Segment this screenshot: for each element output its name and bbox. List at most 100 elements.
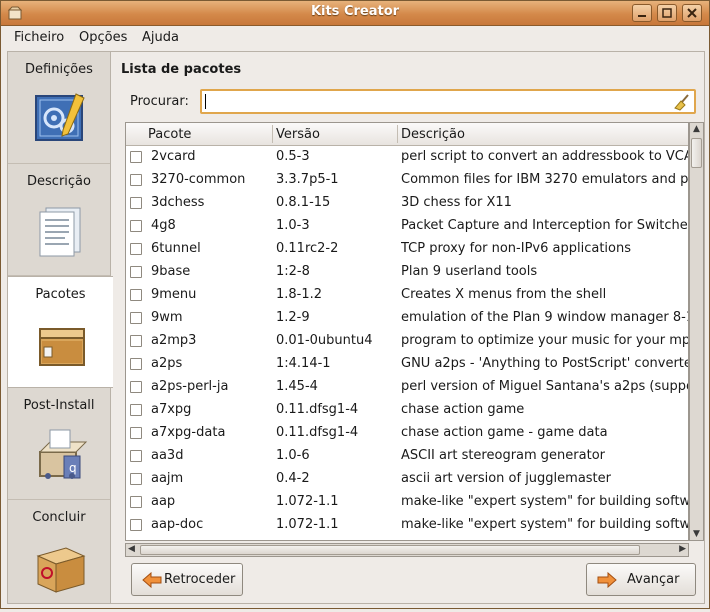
cell-package: aa3d: [151, 448, 184, 463]
close-icon: [687, 8, 697, 18]
cell-package: a2mp3: [151, 333, 197, 348]
package-checkbox[interactable]: [130, 381, 142, 393]
sidebar: Definições Descrição Pacotes Post-Instal…: [7, 51, 113, 604]
package-checkbox[interactable]: [130, 220, 142, 232]
package-checkbox[interactable]: [130, 450, 142, 462]
cell-package: a2ps-perl-ja: [151, 379, 229, 394]
cell-version: 1.2-9: [276, 310, 310, 325]
package-checkbox[interactable]: [130, 496, 142, 508]
table-row[interactable]: 6tunnel 0.11rc2-2 TCP proxy for non-IPv6 a…: [126, 238, 688, 261]
table-row[interactable]: aajm 0.4-2 ascii art version of jugglemast…: [126, 468, 688, 491]
cell-version: 1.0-3: [276, 218, 310, 233]
cell-version: 1.072-1.1: [276, 494, 339, 509]
column-divider[interactable]: [272, 125, 273, 143]
table-row[interactable]: 3270-common 3.3.7p5-1 Common files for IBM…: [126, 169, 689, 192]
package-checkbox[interactable]: [130, 266, 142, 278]
table-row[interactable]: aap 1.072-1.1 make-like "expert system" fo…: [126, 491, 688, 514]
table-row[interactable]: 9menu 1.8-1.2 Creates X menus from the she…: [126, 284, 688, 307]
page-title: Lista de pacotes: [121, 62, 242, 77]
scroll-thumb[interactable]: [691, 138, 702, 168]
sidebar-item-pacotes[interactable]: Pacotes: [7, 276, 113, 388]
menu-ajuda[interactable]: Ajuda: [142, 30, 179, 45]
package-checkbox[interactable]: [130, 358, 142, 370]
back-button[interactable]: Retroceder: [131, 563, 243, 596]
table-row[interactable]: a7xpg-data 0.11.dfsg1-4 chase action game …: [126, 422, 688, 445]
package-checkbox[interactable]: [130, 174, 142, 186]
sidebar-item-definicoes[interactable]: Definições: [8, 52, 110, 164]
cell-description: Creates X menus from the shell: [401, 287, 607, 302]
cell-description: emulation of the Plan 9 window manager 8…: [401, 310, 689, 325]
clear-broom-icon[interactable]: [673, 93, 691, 111]
cell-package: a7xpg-data: [151, 425, 226, 440]
sidebar-item-label: Concluir: [32, 510, 86, 525]
cell-version: 1.072-1.1: [276, 517, 339, 532]
table-row[interactable]: a2mp3 0.01-0ubuntu4 program to optimize yo…: [126, 330, 689, 353]
package-checkbox[interactable]: [130, 427, 142, 439]
cell-version: 1:2-8: [276, 264, 310, 279]
package-checkbox[interactable]: [130, 519, 142, 531]
search-input[interactable]: [200, 89, 696, 114]
table-row[interactable]: a7xpg 0.11.dfsg1-4 chase action game: [126, 399, 688, 422]
cell-package: 9menu: [151, 287, 197, 302]
sidebar-item-concluir[interactable]: Concluir: [8, 500, 110, 612]
sidebar-item-descricao[interactable]: Descrição: [8, 164, 110, 276]
app-window: Kits Creator Ficheiro Opções Ajuda Defin…: [0, 0, 710, 609]
cell-package: aap: [151, 494, 176, 509]
cell-package: 9wm: [151, 310, 183, 325]
cell-package: 4g8: [151, 218, 176, 233]
sidebar-item-post-install[interactable]: Post-Install q: [8, 388, 110, 500]
table-row[interactable]: 9base 1:2-8 Plan 9 userland tools: [126, 261, 688, 284]
close-button[interactable]: [682, 4, 702, 22]
scroll-left-icon[interactable]: ◀: [128, 544, 135, 554]
table-row[interactable]: a2ps 1:4.14-1 GNU a2ps - 'Anything to Post…: [126, 353, 688, 376]
cell-description: Common files for IBM 3270 emulators and …: [401, 172, 689, 187]
cell-version: 1:4.14-1: [276, 356, 331, 371]
minimize-button[interactable]: [632, 4, 652, 22]
package-checkbox[interactable]: [130, 243, 142, 255]
table-row[interactable]: 4g8 1.0-3 Packet Capture and Interception …: [126, 215, 689, 238]
scroll-right-icon[interactable]: ▶: [679, 544, 686, 554]
cell-package: aap-doc: [151, 517, 204, 532]
package-checkbox[interactable]: [130, 335, 142, 347]
column-divider[interactable]: [397, 125, 398, 143]
column-header-descricao[interactable]: Descrição: [401, 127, 465, 142]
title-bar[interactable]: Kits Creator: [1, 1, 709, 26]
scroll-down-icon[interactable]: ▼: [693, 529, 700, 539]
scroll-up-icon[interactable]: ▲: [693, 124, 700, 134]
next-button[interactable]: Avançar: [586, 563, 696, 596]
package-box-icon: [39, 328, 85, 366]
table-row[interactable]: 9wm 1.2-9 emulation of the Plan 9 window m…: [126, 307, 689, 330]
package-checkbox[interactable]: [130, 473, 142, 485]
menu-ficheiro[interactable]: Ficheiro: [14, 30, 64, 45]
package-checkbox[interactable]: [130, 404, 142, 416]
package-checkbox[interactable]: [130, 197, 142, 209]
package-checkbox[interactable]: [130, 312, 142, 324]
minimize-icon: [638, 15, 646, 17]
package-checkbox[interactable]: [130, 289, 142, 301]
column-header-versao[interactable]: Versão: [276, 127, 320, 142]
cell-description: program to optimize your music for your …: [401, 333, 689, 348]
vertical-scrollbar[interactable]: ▲ ▼: [689, 122, 704, 541]
scroll-thumb[interactable]: [140, 545, 640, 555]
cell-description: Packet Capture and Interception for Swit…: [401, 218, 689, 233]
cell-version: 0.8.1-15: [276, 195, 331, 210]
table-row[interactable]: 2vcard 0.5-3 perl script to convert an add…: [126, 146, 688, 169]
cell-description: chase action game: [401, 402, 525, 417]
settings-blueprint-icon: [35, 93, 85, 141]
cell-package: 3270-common: [151, 172, 246, 187]
cell-description: TCP proxy for non-IPv6 applications: [401, 241, 631, 256]
horizontal-scrollbar[interactable]: ◀ ▶: [125, 543, 689, 557]
table-row[interactable]: 3dchess 0.8.1-15 3D chess for X11: [126, 192, 688, 215]
cell-version: 0.11.dfsg1-4: [276, 425, 359, 440]
table-row[interactable]: a2ps-perl-ja 1.45-4 perl version of Miguel…: [126, 376, 688, 399]
cell-description: ascii art version of jugglemaster: [401, 471, 611, 486]
table-row[interactable]: aap-doc 1.072-1.1 make-like "expert system…: [126, 514, 688, 537]
package-checkbox[interactable]: [130, 151, 142, 163]
menu-opcoes[interactable]: Opções: [79, 30, 127, 45]
cell-package: 9base: [151, 264, 191, 279]
maximize-button[interactable]: [657, 4, 677, 22]
cell-description: 3D chess for X11: [401, 195, 512, 210]
column-header-pacote[interactable]: Pacote: [148, 127, 191, 142]
back-button-label: Retroceder: [164, 572, 236, 587]
table-row[interactable]: aa3d 1.0-6 ASCII art stereogram generator: [126, 445, 688, 468]
